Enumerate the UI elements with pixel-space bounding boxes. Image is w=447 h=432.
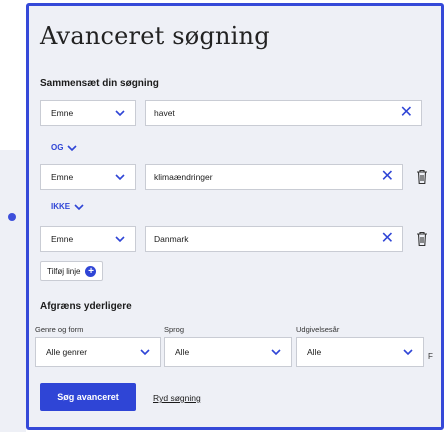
search-term-input-3[interactable]: Danmark ✕ [145, 226, 403, 252]
field-select-2[interactable]: Emne [40, 164, 136, 190]
carousel-dot[interactable] [8, 213, 16, 221]
search-term-value: Danmark [154, 234, 189, 244]
search-term-value: klimaændringer [154, 172, 213, 182]
genre-filter-value: Alle genrer [46, 347, 88, 357]
chevron-down-icon [115, 236, 125, 243]
trash-icon[interactable] [416, 169, 428, 185]
year-filter-value: Alle [307, 347, 322, 357]
plus-circle-icon: + [85, 265, 97, 277]
close-icon[interactable]: ✕ [400, 105, 413, 121]
operator-select-og[interactable]: OG [51, 143, 78, 152]
search-term-value: havet [154, 108, 175, 118]
language-filter-value: Alle [175, 347, 190, 357]
search-row-1: Emne havet ✕ [40, 100, 422, 126]
search-term-input-2[interactable]: klimaændringer ✕ [145, 164, 403, 190]
genre-filter-select[interactable]: Alle genrer [35, 337, 161, 367]
chevron-down-icon [74, 203, 84, 210]
chevron-down-icon [115, 174, 125, 181]
chevron-down-icon [67, 144, 78, 151]
close-icon[interactable]: ✕ [381, 169, 394, 185]
year-filter-select[interactable]: Alle [296, 337, 424, 367]
operator-select-ikke[interactable]: IKKE [51, 202, 84, 211]
language-filter-label: Sprog [164, 325, 185, 334]
add-line-label: Tilføj linje [47, 266, 81, 276]
clear-search-link[interactable]: Ryd søgning [153, 393, 201, 403]
search-row-3: Emne Danmark ✕ [40, 226, 440, 252]
page-title: Avanceret søgning [40, 22, 270, 50]
advanced-search-button[interactable]: Søg avanceret [40, 383, 136, 411]
search-row-2: Emne klimaændringer ✕ [40, 164, 440, 190]
field-select-3[interactable]: Emne [40, 226, 136, 252]
chevron-down-icon [271, 349, 281, 356]
operator-label: OG [51, 143, 64, 152]
chevron-down-icon [403, 349, 413, 356]
language-filter-select[interactable]: Alle [164, 337, 292, 367]
chevron-down-icon [115, 110, 125, 117]
year-filter-label: Udgivelsesår [296, 325, 340, 334]
field-select-value: Emne [51, 108, 74, 118]
advanced-search-panel: Avanceret søgning Sammensæt din søgning … [26, 3, 444, 430]
close-icon[interactable]: ✕ [381, 231, 394, 247]
field-select-1[interactable]: Emne [40, 100, 136, 126]
overflow-filter-label: F [428, 352, 433, 361]
chevron-down-icon [140, 349, 150, 356]
page-background-strip [0, 150, 26, 432]
trash-icon[interactable] [416, 231, 428, 247]
field-select-value: Emne [51, 172, 74, 182]
search-term-input-1[interactable]: havet ✕ [145, 100, 422, 126]
compose-search-label: Sammensæt din søgning [40, 78, 159, 89]
operator-label: IKKE [51, 202, 71, 211]
genre-filter-label: Genre og form [35, 325, 84, 334]
refine-label: Afgræns yderligere [40, 301, 132, 312]
add-line-button[interactable]: Tilføj linje + [40, 261, 104, 281]
field-select-value: Emne [51, 234, 74, 244]
